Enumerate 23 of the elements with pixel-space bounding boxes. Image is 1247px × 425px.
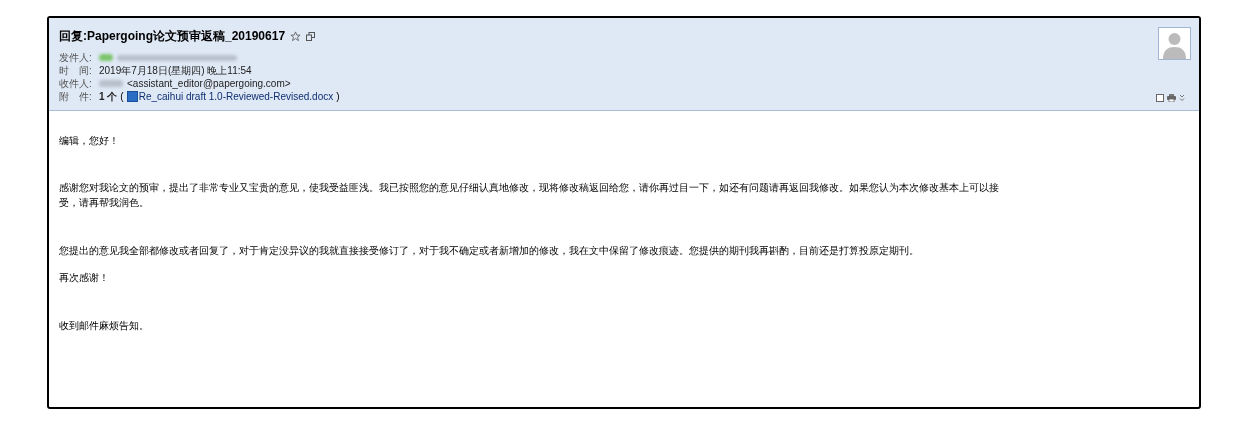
window-restore-icon[interactable] (306, 31, 316, 41)
sent-time: 2019年7月18日(星期四) 晚上11:54 (99, 64, 252, 78)
star-icon[interactable] (290, 30, 302, 42)
recipient-address: <assistant_editor@papergoing.com> (127, 77, 291, 91)
email-paragraph: 再次感谢！ (59, 271, 110, 285)
paren: ( (120, 90, 124, 104)
avatar-icon (1158, 27, 1191, 60)
paren: ) (336, 90, 340, 104)
field-label: 收件人: (59, 77, 93, 91)
email-subject: 回复:Papergoing论文预审返稿_20190617 (59, 28, 286, 45)
attachment-count: 1 个 (99, 90, 118, 104)
field-label: 时 间: (59, 64, 93, 78)
field-label: 附 件: (59, 90, 93, 104)
email-paragraph: 您提出的意见我全部都修改或者回复了，对于肯定没异议的我就直接接受修订了，对于我不确定或者新增加的修改，我在文中保留了修改痕迹。您提供的期刊我再斟酌，目前还是打算投原定期刊。 (59, 244, 920, 258)
attachment-link[interactable]: Re_caihui draft 1.0-Reviewed-Revised.docx (138, 89, 334, 104)
note-icon[interactable] (1156, 94, 1164, 102)
email-paragraph: 编辑，您好！ (59, 134, 120, 148)
field-label: 发件人: (59, 51, 93, 65)
email-paragraph: 感谢您对我论文的预审，提出了非常专业又宝贵的意见，使我受益匪浅。我已按照您的意见仔细认真地修改，现将修改稿返回给您，请你再过目一下，如还有问题请再返回我修改。如果您认为本次修改基本上可以接受，请再帮我润色。 (59, 181, 1000, 210)
email-paragraph: 收到邮件麻烦告知。 (59, 319, 150, 333)
double-chevron-icon[interactable] (1179, 94, 1185, 102)
word-document-icon (126, 91, 138, 102)
print-icon[interactable] (1167, 94, 1176, 102)
